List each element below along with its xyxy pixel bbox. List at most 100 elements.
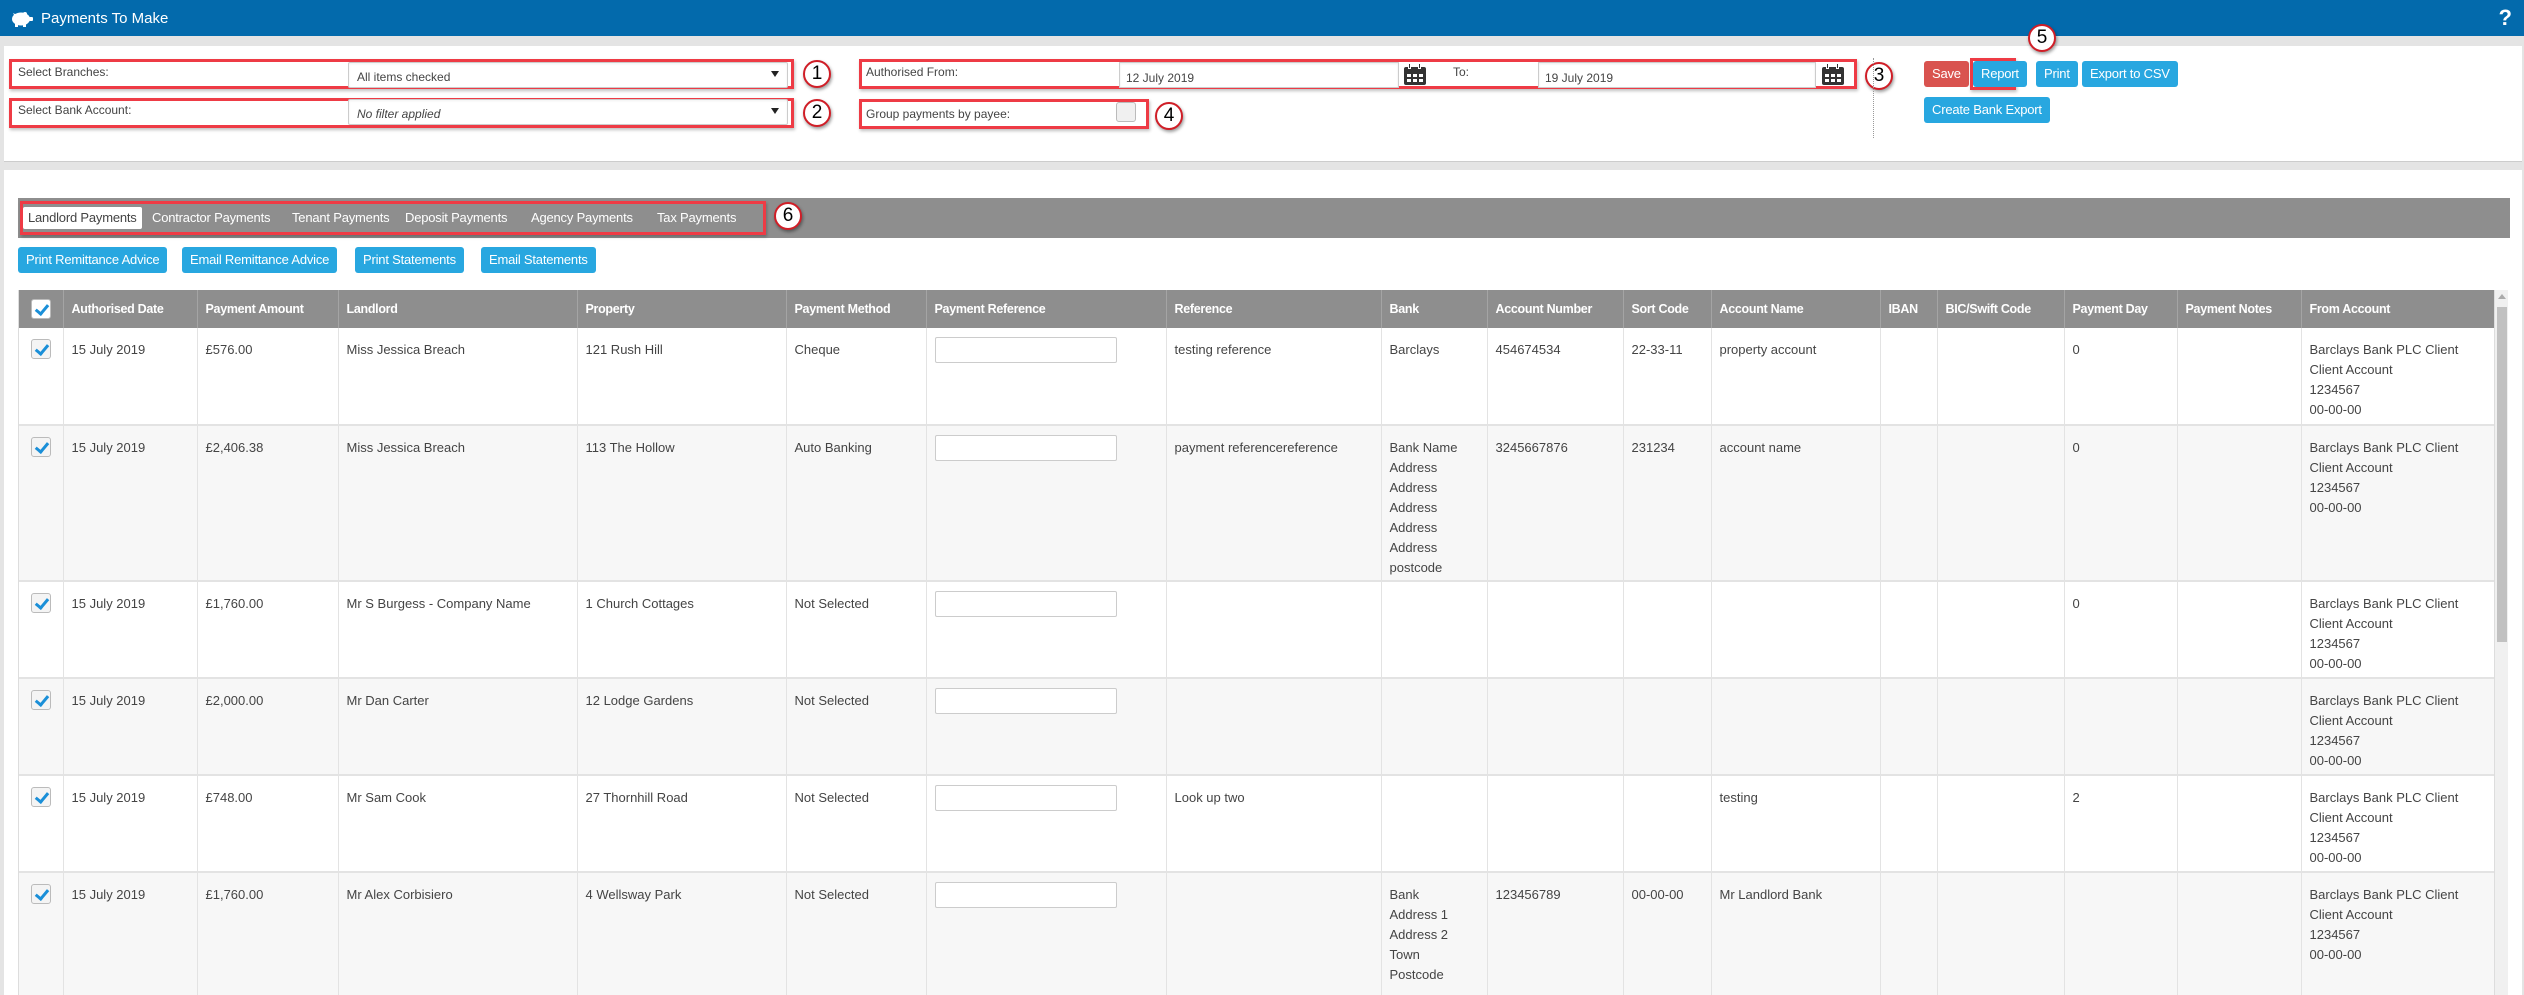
vertical-scrollbar[interactable]	[2494, 290, 2508, 995]
bank-cell	[1381, 775, 1488, 873]
payment-amount-value: £576.00	[205, 342, 253, 357]
annotation-badge-2: 2	[803, 99, 831, 127]
payment-reference-input[interactable]	[934, 784, 1117, 811]
row-checkbox[interactable]	[30, 786, 51, 807]
sort-code-cell	[1623, 678, 1712, 776]
property-value: 27 Thornhill Road	[585, 790, 688, 805]
column-header[interactable]: Payment Method	[786, 290, 927, 328]
report-button[interactable]: Report	[1973, 61, 2027, 87]
help-icon[interactable]: ?	[2499, 5, 2512, 31]
authorised-date-cell: 15 July 2019	[63, 328, 198, 426]
print-statements-button[interactable]: Print Statements	[355, 247, 464, 273]
print-remittance-advice-button[interactable]: Print Remittance Advice	[18, 247, 168, 273]
sort-code-cell: 231234	[1623, 425, 1712, 582]
print-button[interactable]: Print	[2036, 61, 2078, 87]
column-header[interactable]: Payment Notes	[2177, 290, 2302, 328]
column-header[interactable]: Payment Day	[2064, 290, 2178, 328]
scroll-up-arrow-icon[interactable]	[2498, 294, 2506, 299]
group-by-payee-checkbox[interactable]	[1116, 102, 1136, 122]
row-checkbox[interactable]	[30, 436, 51, 457]
authorised-from-input[interactable]: 12 July 2019	[1119, 62, 1399, 88]
payment-reference-input[interactable]	[934, 687, 1117, 714]
payment-method-value: Not Selected	[794, 790, 869, 805]
payment-reference-input[interactable]	[934, 590, 1117, 617]
calendar-icon[interactable]	[1404, 63, 1426, 85]
bank-line: postcode	[1389, 560, 1443, 575]
column-header[interactable]: Payment Reference	[926, 290, 1167, 328]
row-checkbox[interactable]	[30, 689, 51, 710]
email-remittance-advice-button[interactable]: Email Remittance Advice	[182, 247, 338, 273]
from-account-line: 00-00-00	[2309, 850, 2362, 865]
email-statements-button[interactable]: Email Statements	[481, 247, 596, 273]
iban-cell	[1880, 425, 1938, 582]
chevron-down-icon	[771, 108, 779, 114]
landlord-value: Miss Jessica Breach	[346, 440, 465, 455]
row-checkbox[interactable]	[30, 338, 51, 359]
reference-cell	[1166, 872, 1382, 995]
column-header[interactable]: Authorised Date	[63, 290, 198, 328]
branches-value: All items checked	[357, 70, 451, 84]
column-header[interactable]: IBAN	[1880, 290, 1938, 328]
column-header[interactable]: Landlord	[338, 290, 578, 328]
payment-method-value: Auto Banking	[794, 440, 872, 455]
export-csv-button[interactable]: Export to CSV	[2082, 61, 2178, 87]
branches-select[interactable]: All items checked	[348, 62, 788, 88]
scrollbar-thumb[interactable]	[2497, 307, 2507, 642]
table-row[interactable]: 15 July 2019 £2,000.00 Mr Dan Carter 12 Lod…	[19, 678, 2496, 776]
row-checkbox[interactable]	[30, 592, 51, 613]
payment-reference-input[interactable]	[934, 336, 1117, 363]
payment-reference-input[interactable]	[934, 881, 1117, 908]
account-name-cell: property account	[1711, 328, 1881, 426]
create-bank-export-button[interactable]: Create Bank Export	[1924, 97, 2050, 123]
payments-table: Authorised Date Payment Amount Landlord …	[19, 290, 2496, 995]
table-row[interactable]: 15 July 2019 £748.00 Mr Sam Cook 27 Thornhi…	[19, 775, 2496, 873]
bic-swift-cell	[1937, 775, 2065, 873]
bank-cell: Barclays	[1381, 328, 1488, 426]
column-header[interactable]: Account Number	[1487, 290, 1624, 328]
from-account-line: 00-00-00	[2309, 753, 2362, 768]
property-cell: 113 The Hollow	[577, 425, 787, 582]
payment-reference-input[interactable]	[934, 434, 1117, 461]
payment-method-cell: Not Selected	[786, 775, 927, 873]
table-row[interactable]: 15 July 2019 £576.00 Miss Jessica Breach 12…	[19, 328, 2496, 426]
bank-line: Address	[1389, 460, 1438, 475]
landlord-value: Mr Alex Corbisiero	[346, 887, 453, 902]
landlord-cell: Mr S Burgess - Company Name	[338, 581, 578, 679]
column-header[interactable]: BIC/Swift Code	[1937, 290, 2065, 328]
payment-day-cell: 0	[2064, 581, 2178, 679]
table-row[interactable]: 15 July 2019 £2,406.38 Miss Jessica Breach…	[19, 425, 2496, 582]
bank-cell	[1381, 678, 1488, 776]
column-header[interactable]: Reference	[1166, 290, 1382, 328]
save-button[interactable]: Save	[1924, 61, 1969, 87]
table-row[interactable]: 15 July 2019 £1,760.00 Mr Alex Corbisiero 4…	[19, 872, 2496, 995]
authorised-from-label: Authorised From:	[866, 65, 959, 79]
column-header[interactable]: From Account	[2301, 290, 2496, 328]
column-header[interactable]: Bank	[1381, 290, 1488, 328]
property-value: 12 Lodge Gardens	[585, 693, 694, 708]
from-account-line: Barclays Bank PLC Client	[2309, 790, 2459, 805]
landlord-cell: Miss Jessica Breach	[338, 425, 578, 582]
reference-cell: Look up two	[1166, 775, 1382, 873]
column-header[interactable]: Property	[577, 290, 787, 328]
bank-account-select[interactable]: No filter applied	[348, 99, 788, 125]
from-account-line: 1234567	[2309, 830, 2361, 845]
column-header[interactable]: Payment Amount	[197, 290, 339, 328]
bic-swift-cell	[1937, 581, 2065, 679]
annotation-badge-3: 3	[1865, 62, 1893, 90]
table-row[interactable]: 15 July 2019 £1,760.00 Mr S Burgess - Comp…	[19, 581, 2496, 679]
row-checkbox[interactable]	[30, 883, 51, 904]
to-date-input[interactable]: 19 July 2019	[1538, 62, 1816, 88]
payment-day-value: 0	[2072, 440, 2080, 455]
calendar-icon[interactable]	[1822, 63, 1844, 85]
property-value: 1 Church Cottages	[585, 596, 694, 611]
column-header[interactable]: Sort Code	[1623, 290, 1712, 328]
account-number-cell: 123456789	[1487, 872, 1624, 995]
column-header[interactable]: Account Name	[1711, 290, 1881, 328]
select-all-checkbox[interactable]	[30, 299, 51, 319]
reference-cell: testing reference	[1166, 328, 1382, 426]
sort-code-cell: 22-33-11	[1623, 328, 1712, 426]
authorised-date-value: 15 July 2019	[71, 440, 146, 455]
from-account-line: Client Account	[2309, 362, 2393, 377]
property-cell: 12 Lodge Gardens	[577, 678, 787, 776]
authorised-date-value: 15 July 2019	[71, 342, 146, 357]
